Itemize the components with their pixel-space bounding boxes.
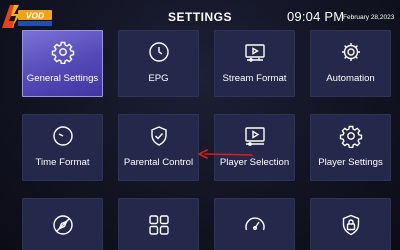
tile-row3-2[interactable] [118, 198, 199, 250]
automation-tile[interactable]: Automation [310, 30, 391, 97]
clock-time: 09:04 PM [287, 9, 345, 24]
annotation-arrow [198, 149, 253, 159]
tile-label: Stream Format [222, 73, 287, 84]
vpn-lock-icon [311, 213, 390, 237]
shield-check-icon [119, 124, 198, 148]
tile-label: Automation [326, 73, 375, 84]
time-format-tile[interactable]: Time Format [22, 114, 103, 181]
gear-icon [23, 40, 102, 64]
tile-row3-4[interactable] [310, 198, 391, 250]
player-settings-tile[interactable]: Player Settings [310, 114, 391, 181]
tile-row3-1[interactable] [22, 198, 103, 250]
tile-row3-3[interactable] [214, 198, 295, 250]
parental-control-tile[interactable]: Parental Control [118, 114, 199, 181]
epg-tile[interactable]: EPG [118, 30, 199, 97]
grid-icon [119, 213, 198, 237]
settings-gear-icon [311, 124, 390, 148]
clock-icon [119, 40, 198, 64]
tile-label: EPG [148, 73, 169, 84]
tile-label: Time Format [35, 157, 90, 168]
current-date: February 28,2023 [343, 14, 395, 21]
svg-text:VOD: VOD [26, 11, 44, 21]
stream-format-icon [215, 40, 294, 64]
app-logo: VOD [0, 2, 58, 32]
speedometer-icon [215, 213, 294, 237]
general-settings-tile[interactable]: General Settings [22, 30, 103, 97]
tile-label: Player Settings [318, 157, 383, 168]
compass-icon [23, 213, 102, 237]
tile-label: General Settings [26, 73, 99, 84]
automation-gear-icon [311, 40, 390, 64]
tile-label: Parental Control [123, 157, 194, 168]
player-icon [215, 124, 294, 148]
stream-format-tile[interactable]: Stream Format [214, 30, 295, 97]
clock-icon [23, 124, 102, 148]
